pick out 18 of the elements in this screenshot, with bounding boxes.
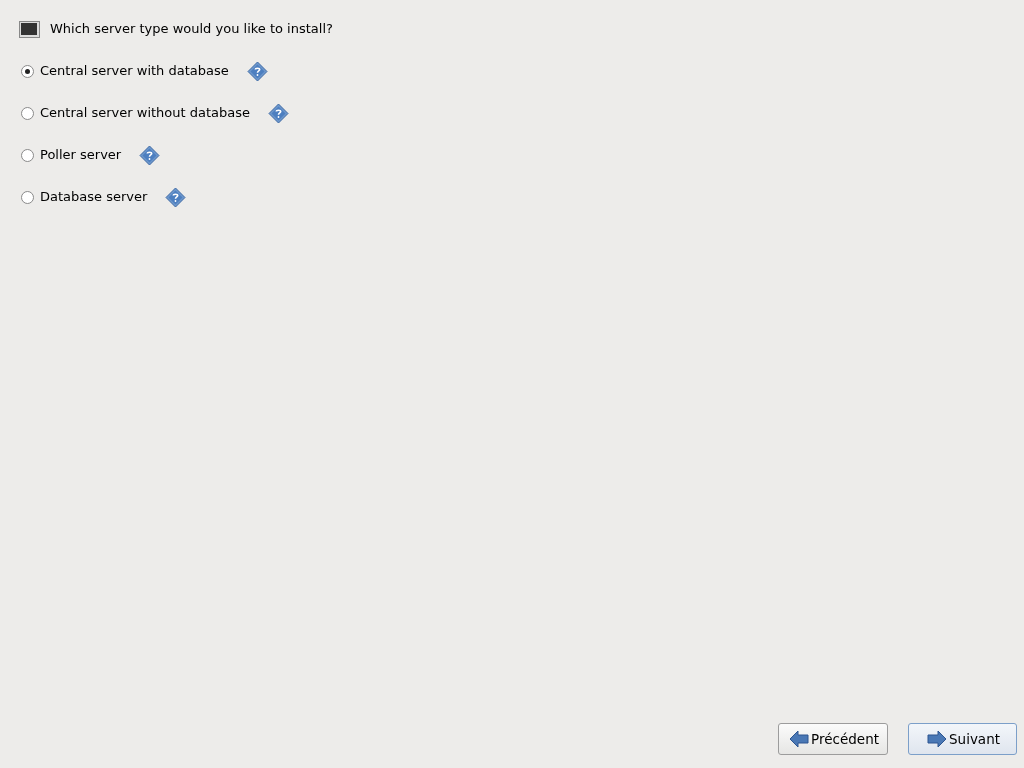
radio-button[interactable] [21, 64, 34, 78]
option-label[interactable]: Central server with database [40, 61, 229, 81]
next-button[interactable]: Suivant [908, 723, 1017, 755]
help-icon[interactable] [268, 102, 290, 124]
help-icon[interactable] [165, 186, 187, 208]
option-label[interactable]: Database server [40, 187, 148, 207]
question-text: Which server type would you like to install? [50, 20, 333, 39]
radio-button[interactable] [21, 190, 34, 204]
back-button[interactable]: Précédent [778, 723, 888, 755]
left-arrow-icon [789, 729, 810, 749]
radio-button[interactable] [21, 148, 34, 162]
right-arrow-icon [927, 729, 947, 749]
option-label[interactable]: Central server without database [40, 103, 251, 123]
help-icon[interactable] [139, 144, 161, 166]
help-icon[interactable] [246, 60, 268, 82]
radio-button[interactable] [21, 106, 34, 120]
monitor-icon [19, 20, 40, 38]
option-label[interactable]: Poller server [40, 145, 122, 165]
